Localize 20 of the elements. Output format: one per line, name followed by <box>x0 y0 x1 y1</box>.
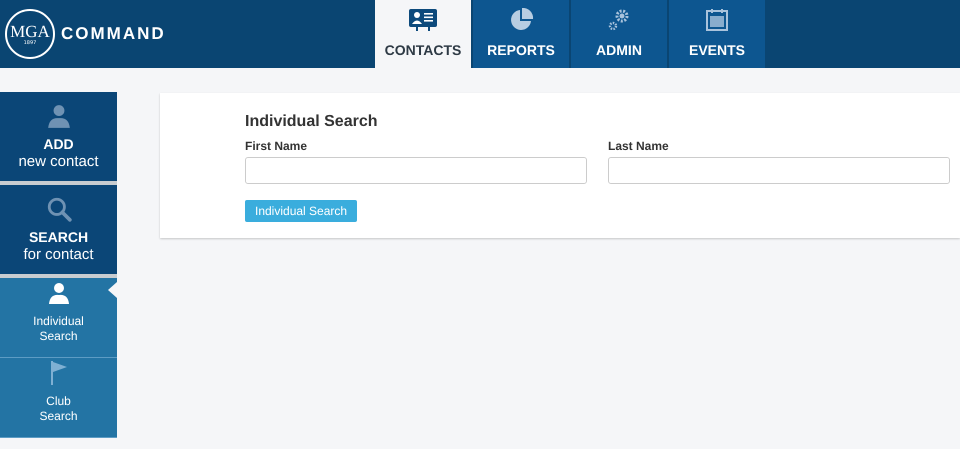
nav-tab[interactable]: REPORTS <box>473 0 569 68</box>
sidebar-item[interactable]: Individual Search <box>0 278 117 358</box>
sidebar-action[interactable]: ADD new contact <box>0 92 117 185</box>
field-label: First Name <box>245 139 308 153</box>
sidebar-action[interactable]: SEARCH for contact <box>0 185 117 278</box>
sidebar-item[interactable]: Club Search <box>0 358 117 438</box>
form-title: Individual Search <box>245 113 378 131</box>
nav-tab[interactable]: EVENTS <box>669 0 765 68</box>
contact-card-icon <box>408 8 438 32</box>
field-label: Last Name <box>608 139 670 153</box>
app-name: COMMAND <box>61 24 166 44</box>
input-field[interactable] <box>245 157 587 184</box>
logo-text: MGA <box>10 22 50 40</box>
input-field[interactable] <box>608 157 950 184</box>
person-icon <box>46 102 72 128</box>
nav-tab[interactable]: ADMIN <box>571 0 667 68</box>
search-icon <box>46 196 72 222</box>
person-icon <box>46 280 70 306</box>
selection-pointer-icon <box>108 282 117 298</box>
nav-tab[interactable]: CONTACTS <box>375 0 471 68</box>
